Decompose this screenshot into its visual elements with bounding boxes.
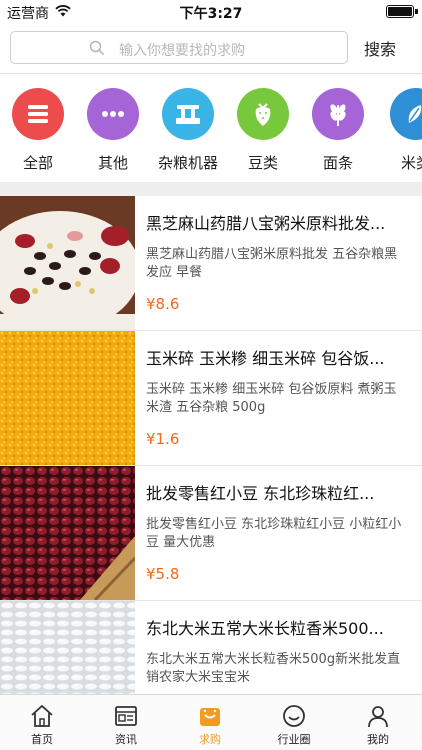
category-label: 面条 — [322, 154, 353, 172]
product-description: 玉米碎 玉米糁 细玉米碎 包谷饭原料 煮粥玉米渣 五谷杂粮 500g — [146, 382, 397, 415]
product-description: 黑芝麻山药腊八宝粥米原料批发 五谷杂粮黑发应 早餐 — [146, 247, 398, 280]
tab-label: 我的 — [367, 733, 389, 746]
search-icon — [89, 40, 105, 56]
category-label: 全部 — [22, 154, 53, 172]
white-rice-image — [0, 601, 135, 694]
product-title: 东北大米五常大米长粒香米500... — [146, 619, 384, 638]
tab-label: 资讯 — [115, 733, 137, 746]
search-placeholder: 输入你想要找的求购 — [119, 43, 245, 59]
status-bar: 运营商 下午3:27 — [0, 0, 422, 24]
smile-icon — [283, 705, 305, 727]
product-description: 东北大米五常大米长粒香米500g新米批发直销农家大米宝宝米 — [146, 652, 401, 685]
more-dots-icon — [87, 88, 139, 140]
category-beans[interactable]: 豆类 — [225, 88, 301, 173]
tab-profile[interactable]: 我的 — [336, 695, 420, 750]
product-description: 批发零售红小豆 东北珍珠粒红小豆 小粒红小豆 量大优惠 — [146, 517, 402, 550]
corn-grits-image — [0, 331, 135, 465]
category-all[interactable]: 全部 — [0, 88, 76, 173]
product-title: 玉米碎 玉米糁 细玉米碎 包谷饭... — [146, 349, 385, 368]
list-item[interactable]: 黑芝麻山药腊八宝粥米原料批发... 黑芝麻山药腊八宝粥米原料批发 五谷杂粮黑发应… — [0, 196, 422, 331]
machine-icon — [162, 88, 214, 140]
tab-label: 求购 — [199, 733, 221, 746]
product-title: 黑芝麻山药腊八宝粥米原料批发... — [146, 214, 386, 233]
tab-label: 首页 — [31, 733, 53, 746]
home-icon — [31, 704, 53, 727]
category-noodles[interactable]: 面条 — [300, 88, 376, 173]
red-beans-image — [0, 466, 135, 600]
product-price: ¥8.6 — [146, 295, 180, 313]
tab-news[interactable]: 资讯 — [84, 695, 168, 750]
tab-label: 行业圈 — [277, 733, 311, 746]
battery-tip — [415, 9, 418, 14]
list-item[interactable]: 玉米碎 玉米糁 细玉米碎 包谷饭... 玉米碎 玉米糁 细玉米碎 包谷饭原料 煮… — [0, 331, 422, 466]
clock: 下午3:27 — [179, 6, 243, 22]
category-label: 杂粮机器 — [157, 154, 218, 172]
menu-icon — [12, 88, 64, 140]
list-item[interactable]: 东北大米五常大米长粒香米500... 东北大米五常大米长粒香米500g新米批发直… — [0, 601, 422, 694]
list-item[interactable]: 批发零售红小豆 东北珍珠粒红... 批发零售红小豆 东北珍珠粒红小豆 小粒红小豆… — [0, 466, 422, 601]
strawberry-icon — [237, 88, 289, 140]
user-icon — [368, 706, 388, 728]
product-price: ¥1.6 — [146, 430, 180, 448]
section-gap — [0, 182, 422, 196]
app-screen: 运营商 下午3:27 输入你想要找的求购 搜索 全部 其他 杂粮机器 豆类 面条… — [0, 0, 422, 750]
shopping-bag-icon — [200, 708, 220, 726]
product-price: ¥5.8 — [146, 565, 180, 583]
search-input[interactable]: 输入你想要找的求购 — [10, 31, 348, 64]
news-icon — [115, 706, 137, 726]
category-label: 豆类 — [247, 154, 278, 172]
category-grain-machine[interactable]: 杂粮机器 — [150, 88, 226, 173]
product-title: 批发零售红小豆 东北珍珠粒红... — [146, 484, 375, 503]
rice-icon — [390, 88, 422, 140]
category-label: 米类 — [400, 154, 422, 172]
product-list: 黑芝麻山药腊八宝粥米原料批发... 黑芝麻山药腊八宝粥米原料批发 五谷杂粮黑发应… — [0, 196, 422, 694]
search-button[interactable]: 搜索 — [352, 36, 408, 60]
wheat-icon — [312, 88, 364, 140]
battery-icon — [386, 5, 414, 18]
category-rice[interactable]: 米类 — [378, 88, 422, 173]
category-label: 其他 — [97, 154, 128, 172]
mixed-grains-image — [0, 196, 135, 330]
category-other[interactable]: 其他 — [75, 88, 151, 173]
header-divider — [0, 73, 422, 74]
tab-bar: 首页 资讯 求购 行业圈 我的 — [0, 694, 422, 750]
tab-industry-circle[interactable]: 行业圈 — [252, 695, 336, 750]
tab-purchase[interactable]: 求购 — [168, 695, 252, 750]
tab-home[interactable]: 首页 — [0, 695, 84, 750]
